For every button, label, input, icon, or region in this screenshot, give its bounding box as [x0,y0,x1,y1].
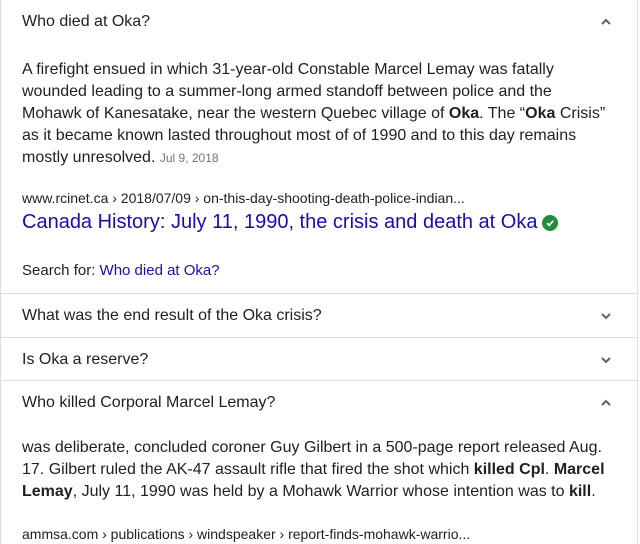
faq-question-2: What was the end result of the Oka crisi… [22,307,322,324]
faq-question-row-2[interactable]: What was the end result of the Oka crisi… [1,294,637,338]
source-breadcrumb[interactable]: ammsa.com › publications › windspeaker ›… [22,526,470,542]
faq-question-1: Who died at Oka? [22,13,151,30]
faq-answer-4: was deliberate, concluded coroner Guy Gi… [22,439,605,500]
search-for-link[interactable]: Who died at Oka? [100,262,220,279]
verified-check-icon [542,214,559,231]
faq-question-row-3[interactable]: Is Oka a reserve? [1,338,637,382]
faq-panel: Who died at Oka? A firefight ensued in w… [0,0,638,544]
chevron-up-icon[interactable] [599,396,613,410]
faq-answer-1: A firefight ensued in which 31-year-old … [22,61,606,166]
search-for: Search for: Who died at Oka? [22,262,220,279]
chevron-up-icon[interactable] [599,15,613,29]
chevron-down-icon[interactable] [599,309,613,323]
faq-question-row-4[interactable]: Who killed Corporal Marcel Lemay? [1,381,637,425]
source-breadcrumb[interactable]: www.rcinet.ca › 2018/07/09 › on-this-day… [22,190,465,206]
faq-question-row-1[interactable]: Who died at Oka? [1,0,637,44]
chevron-down-icon[interactable] [599,353,613,367]
faq-question-4: Who killed Corporal Marcel Lemay? [22,394,276,411]
answer-date: Jul 9, 2018 [159,151,219,165]
faq-question-3: Is Oka a reserve? [22,351,149,368]
source-title-link[interactable]: Canada History: July 11, 1990, the crisi… [22,211,559,234]
